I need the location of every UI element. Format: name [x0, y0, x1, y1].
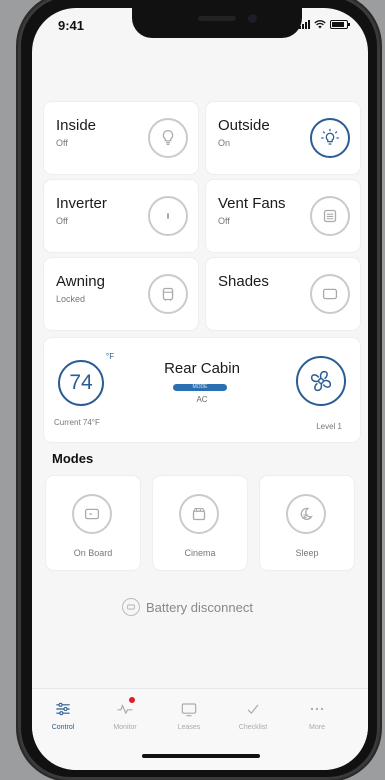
tile-inverter[interactable]: Inverter Off — [44, 180, 198, 252]
tile-vent-fans-title: Vent Fans — [218, 195, 286, 212]
status-icons — [299, 19, 350, 29]
mode-sleep-label: Sleep — [295, 548, 319, 558]
mode-on-board-label: On Board — [73, 548, 113, 558]
tab-control-label: Control — [51, 724, 75, 731]
tab-checklist-label: Checklist — [238, 724, 268, 731]
home-indicator[interactable] — [142, 754, 260, 758]
tile-inverter-title: Inverter — [56, 195, 107, 212]
battery-disconnect-label: Battery disconnect — [146, 599, 253, 615]
tile-inverter-status: Off — [56, 216, 68, 226]
sliders-icon — [56, 702, 70, 716]
shades-icon — [310, 274, 350, 314]
status-time: 9:41 — [58, 18, 85, 33]
mode-on-board[interactable]: On Board — [46, 476, 140, 570]
fan-level: Level 1 — [316, 422, 342, 431]
tile-awning[interactable]: Awning Locked — [44, 258, 198, 330]
mode-pill[interactable]: MODE — [173, 384, 227, 391]
app-screen: 9:41 Inside Off Outside On Inverter Off … — [32, 8, 368, 770]
lightbulb-on-icon — [310, 118, 350, 158]
tile-outside-title: Outside — [218, 117, 270, 134]
climate-card[interactable]: 74 °F Current 74°F Rear Cabin MODE AC Le… — [44, 338, 360, 442]
tile-vent-fans[interactable]: Vent Fans Off — [206, 180, 360, 252]
tile-awning-status: Locked — [56, 294, 86, 304]
tab-more[interactable]: More — [288, 699, 346, 731]
cinema-icon — [179, 494, 219, 534]
inverter-icon — [148, 196, 188, 236]
fan-icon[interactable] — [296, 356, 346, 406]
tab-more-label: More — [309, 724, 325, 731]
awning-icon — [148, 274, 188, 314]
battery-disconnect-button[interactable]: Battery disconnect — [122, 594, 298, 620]
tile-outside[interactable]: Outside On — [206, 102, 360, 174]
signal-icon — [299, 19, 310, 29]
notch — [132, 8, 302, 38]
sleep-icon — [286, 494, 326, 534]
tile-inside[interactable]: Inside Off — [44, 102, 198, 174]
modes-heading: Modes — [52, 451, 94, 466]
tile-vent-fans-status: Off — [218, 216, 230, 226]
check-icon — [247, 704, 259, 715]
tile-awning-title: Awning — [56, 273, 105, 290]
vent-fan-icon — [310, 196, 350, 236]
current-temperature: Current 74°F — [54, 418, 100, 427]
mode-cinema-label: Cinema — [184, 548, 216, 558]
battery-disconnect-icon — [122, 598, 140, 616]
tab-checklist[interactable]: Checklist — [224, 699, 282, 731]
mode-sleep[interactable]: Sleep — [260, 476, 354, 570]
tile-inside-title: Inside — [56, 117, 97, 134]
tile-shades-title: Shades — [218, 273, 269, 290]
mode-cinema[interactable]: Cinema — [153, 476, 247, 570]
more-icon — [310, 707, 324, 711]
battery-icon — [330, 19, 350, 29]
lightbulb-icon — [148, 118, 188, 158]
tab-monitor-label: Monitor — [113, 724, 137, 731]
tile-shades[interactable]: Shades — [206, 258, 360, 330]
tab-monitor[interactable]: Monitor — [96, 697, 154, 731]
tab-leases[interactable]: Leases — [160, 699, 218, 731]
tile-inside-status: Off — [56, 138, 68, 148]
tab-control[interactable]: Control — [34, 699, 92, 731]
tab-leases-label: Leases — [177, 724, 201, 731]
on-board-icon — [72, 494, 112, 534]
notification-dot — [129, 697, 135, 703]
wifi-icon — [314, 19, 326, 28]
monitor-icon — [181, 703, 197, 717]
tile-outside-status: On — [218, 138, 231, 148]
